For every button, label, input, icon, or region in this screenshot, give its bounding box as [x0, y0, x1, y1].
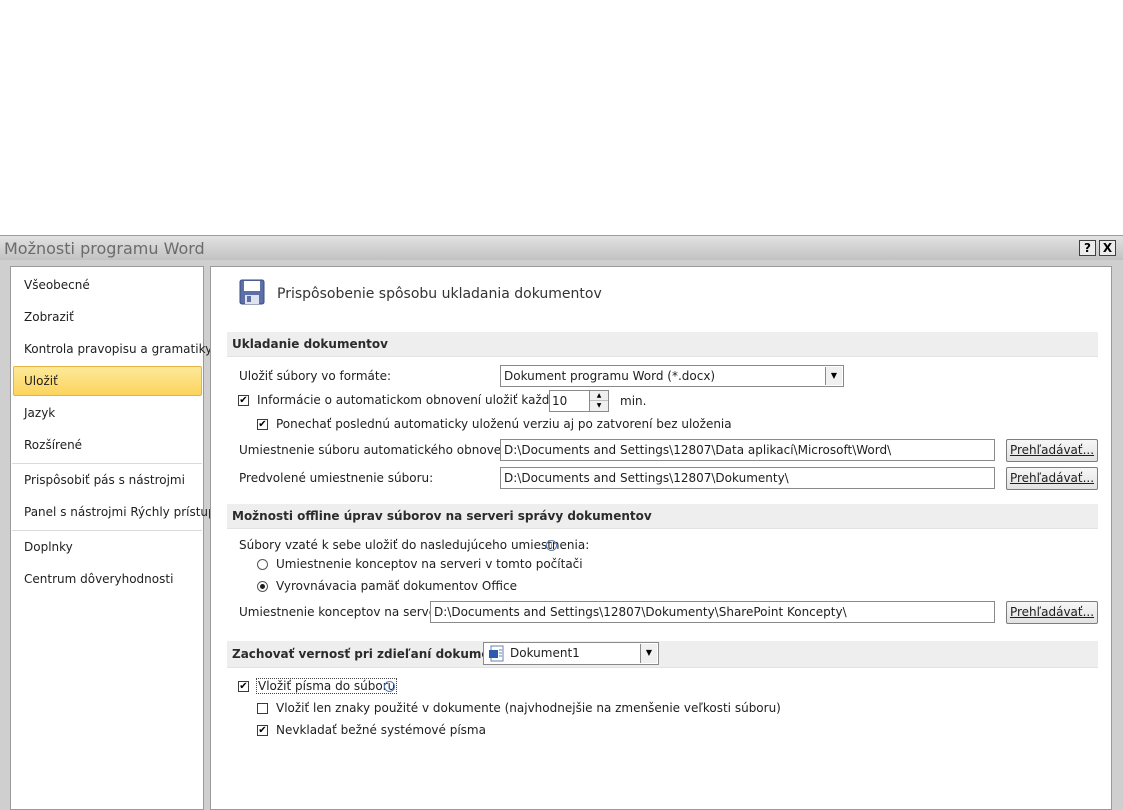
chevron-down-icon: ▼: [825, 367, 842, 385]
section-title: Možnosti offline úprav súborov na server…: [232, 509, 652, 523]
sidebar-item-doplnky[interactable]: Doplnky: [12, 532, 202, 562]
no-common-fonts-checkbox[interactable]: ✔: [257, 725, 268, 736]
word-document-icon: [489, 645, 504, 662]
format-label: Uložiť súbory vo formáte:: [239, 369, 391, 383]
checkout-label: Súbory vzaté k sebe uložiť do nasledujúc…: [239, 538, 590, 552]
section-title: Zachovať vernosť pri zdieľaní dokumentu:: [232, 647, 518, 661]
options-dialog: Možnosti programu Word ? X Všeobecné Zob…: [0, 235, 1123, 810]
drafts-location-input[interactable]: D:\Documents and Settings\12807\Dokument…: [430, 601, 995, 623]
section-title: Ukladanie dokumentov: [232, 337, 388, 351]
browse-label: Prehľadávať...: [1009, 471, 1095, 485]
autorecover-label: Informácie o automatickom obnovení uloži…: [257, 393, 571, 407]
spin-buttons[interactable]: ▲ ▼: [589, 391, 608, 411]
radio-office-cache[interactable]: [257, 581, 268, 592]
radio-server-label: Umiestnenie konceptov na serveri v tomto…: [276, 557, 583, 571]
autorecover-minutes-value: 10: [552, 394, 568, 408]
default-location-label: Predvolené umiestnenie súboru:: [239, 471, 434, 485]
browse-drafts-button[interactable]: Prehľadávať...: [1006, 601, 1098, 624]
chevron-down-icon: ▼: [640, 644, 657, 663]
keep-last-label: Ponechať poslednú automaticky uloženú ve…: [276, 417, 732, 431]
document-dropdown[interactable]: Dokument1 ▼: [483, 642, 659, 665]
main-panel: Prispôsobenie spôsobu ukladania dokument…: [210, 266, 1112, 810]
minutes-unit-label: min.: [620, 394, 647, 408]
radio-cache-label: Vyrovnávacia pamäť dokumentov Office: [276, 579, 517, 593]
format-value: Dokument programu Word (*.docx): [504, 369, 716, 383]
autorecover-checkbox[interactable]: ✔: [238, 395, 249, 406]
info-icon[interactable]: i: [546, 540, 557, 551]
spin-down-icon[interactable]: ▼: [590, 401, 608, 410]
autorecover-location-input[interactable]: D:\Documents and Settings\12807\Data apl…: [500, 439, 995, 461]
sidebar-item-ulozit[interactable]: Uložiť: [13, 366, 202, 396]
info-icon[interactable]: i: [384, 681, 395, 692]
drafts-location-label: Umiestnenie konceptov na serveri:: [239, 605, 449, 619]
sidebar-item-proofing[interactable]: Kontrola pravopisu a gramatiky: [12, 334, 212, 364]
title-bar: Možnosti programu Word ? X: [0, 235, 1123, 260]
section-fidelity: Zachovať vernosť pri zdieľaní dokumentu:: [227, 641, 1098, 668]
embed-fonts-label: Vložiť písma do súboru: [256, 678, 398, 694]
help-button[interactable]: ?: [1079, 240, 1096, 256]
sidebar-item-zobrazit[interactable]: Zobraziť: [12, 302, 202, 332]
browse-autorecover-button[interactable]: Prehľadávať...: [1006, 439, 1098, 462]
default-location-input[interactable]: D:\Documents and Settings\12807\Dokument…: [500, 467, 995, 489]
sidebar-item-vseobecne[interactable]: Všeobecné: [12, 270, 202, 300]
floppy-disk-icon: [239, 279, 265, 305]
keep-last-checkbox[interactable]: ✔: [257, 419, 268, 430]
window-title: Možnosti programu Word: [4, 239, 205, 258]
sidebar-item-rozsirene[interactable]: Rozšírené: [12, 430, 202, 460]
embed-used-chars-checkbox[interactable]: [257, 703, 268, 714]
sidebar-divider: [12, 463, 202, 464]
autorecover-minutes-stepper[interactable]: 10 ▲ ▼: [549, 390, 609, 412]
sidebar-item-ribbon[interactable]: Prispôsobiť pás s nástrojmi: [12, 465, 202, 495]
embed-fonts-checkbox[interactable]: ✔: [238, 681, 249, 692]
section-offline-editing: Možnosti offline úprav súborov na server…: [227, 504, 1098, 529]
close-button[interactable]: X: [1099, 240, 1116, 256]
sidebar-item-trust-center[interactable]: Centrum dôveryhodnosti: [12, 564, 202, 594]
format-dropdown[interactable]: Dokument programu Word (*.docx) ▼: [500, 365, 844, 387]
browse-label: Prehľadávať...: [1009, 443, 1095, 457]
sidebar-item-jazyk[interactable]: Jazyk: [12, 398, 202, 428]
browse-label: Prehľadávať...: [1009, 605, 1095, 619]
autorecover-location-label: Umiestnenie súboru automatického obnoven…: [239, 443, 524, 457]
browse-default-button[interactable]: Prehľadávať...: [1006, 467, 1098, 490]
sidebar: Všeobecné Zobraziť Kontrola pravopisu a …: [10, 266, 216, 810]
radio-server-drafts[interactable]: [257, 559, 268, 570]
document-value: Dokument1: [510, 646, 580, 660]
spin-up-icon[interactable]: ▲: [590, 391, 608, 401]
sidebar-item-quick-access[interactable]: Panel s nástrojmi Rýchly prístup: [12, 497, 216, 527]
no-common-fonts-label: Nevkladať bežné systémové písma: [276, 723, 486, 737]
page-title: Prispôsobenie spôsobu ukladania dokument…: [277, 286, 602, 302]
sidebar-divider: [12, 530, 202, 531]
embed-used-chars-label: Vložiť len znaky použité v dokumente (na…: [276, 701, 781, 715]
section-save-documents: Ukladanie dokumentov: [227, 332, 1098, 357]
